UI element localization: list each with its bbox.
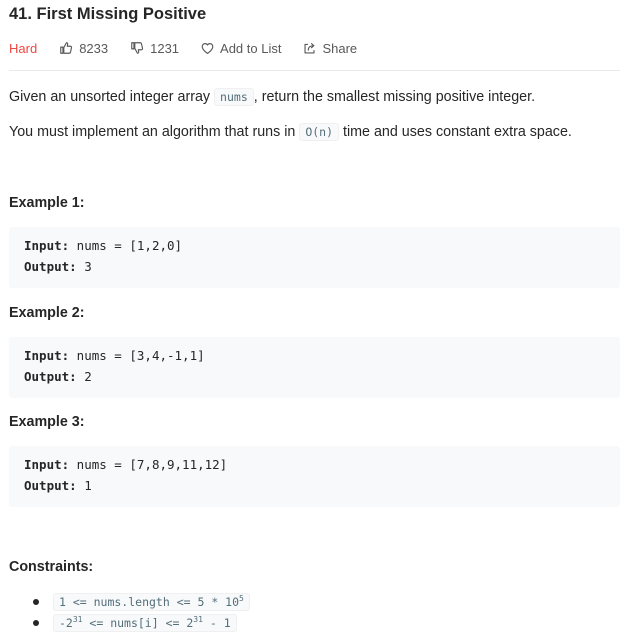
constraint-text: 1 <= nums.length <= 5 * 10 xyxy=(59,595,240,609)
constraints-heading: Constraints: xyxy=(9,559,94,575)
output-value: 3 xyxy=(76,259,92,274)
input-value: nums = [1,2,0] xyxy=(69,238,183,253)
like-count: 8233 xyxy=(79,40,109,56)
output-label: Output: xyxy=(24,478,77,493)
example-1-heading: Example 1: xyxy=(9,195,85,211)
description-paragraph-2: You must implement an algorithm that run… xyxy=(9,123,572,141)
dislike-count: 1231 xyxy=(150,40,180,56)
like-button[interactable]: 8233 xyxy=(59,41,108,56)
example-output-line: Output: 2 xyxy=(24,369,92,384)
input-value: nums = [3,4,-1,1] xyxy=(69,348,205,363)
list-bullet xyxy=(33,599,39,605)
example-1-block: Input: nums = [1,2,0] Output: 3 xyxy=(9,227,620,288)
share-button[interactable]: Share xyxy=(303,41,357,56)
dislike-button[interactable]: 1231 xyxy=(130,41,179,56)
superscript: 31 xyxy=(193,615,203,625)
heart-icon xyxy=(201,42,214,54)
output-label: Output: xyxy=(24,369,77,384)
constraint-code: 1 <= nums.length <= 5 * 105 xyxy=(53,593,250,611)
example-2-block: Input: nums = [3,4,-1,1] Output: 2 xyxy=(9,337,620,398)
share-label: Share xyxy=(322,40,358,56)
example-output-line: Output: 1 xyxy=(24,478,92,493)
inline-code-complexity: O(n) xyxy=(299,123,340,141)
output-value: 1 xyxy=(76,478,92,493)
constraint-text: <= nums[i] <= 2 xyxy=(82,616,194,630)
input-label: Input: xyxy=(24,348,70,363)
constraint-code: -231 <= nums[i] <= 231 - 1 xyxy=(53,614,237,632)
thumbs-up-icon xyxy=(60,42,73,54)
example-input-line: Input: nums = [1,2,0] xyxy=(24,238,182,253)
description-text: Given an unsorted integer array xyxy=(9,89,215,105)
share-icon xyxy=(304,42,316,54)
example-2-heading: Example 2: xyxy=(9,305,85,321)
input-label: Input: xyxy=(24,457,70,472)
constraint-item-2: -231 <= nums[i] <= 231 - 1 xyxy=(53,614,237,632)
add-to-list-label: Add to List xyxy=(220,40,282,56)
superscript: 31 xyxy=(72,615,83,625)
inline-code-nums: nums xyxy=(214,88,254,106)
example-input-line: Input: nums = [7,8,9,11,12] xyxy=(24,457,227,472)
example-3-heading: Example 3: xyxy=(9,414,85,430)
list-bullet xyxy=(33,620,39,626)
thumbs-down-icon xyxy=(131,42,144,54)
constraint-item-1: 1 <= nums.length <= 5 * 105 xyxy=(53,593,250,611)
example-3-block: Input: nums = [7,8,9,11,12] Output: 1 xyxy=(9,446,620,507)
problem-meta-bar: Hard 8233 1231 Add to List Share xyxy=(9,39,379,57)
constraint-text: - 1 xyxy=(202,616,231,630)
divider xyxy=(9,70,620,71)
example-output-line: Output: 3 xyxy=(24,259,92,274)
description-paragraph-1: Given an unsorted integer array nums, re… xyxy=(9,88,536,106)
superscript: 5 xyxy=(239,594,244,604)
example-input-line: Input: nums = [3,4,-1,1] xyxy=(24,348,205,363)
problem-title: 41. First Missing Positive xyxy=(9,5,207,23)
description-text: time and uses constant extra space. xyxy=(339,124,572,140)
difficulty-badge: Hard xyxy=(9,40,38,56)
output-label: Output: xyxy=(24,259,77,274)
input-value: nums = [7,8,9,11,12] xyxy=(69,457,228,472)
output-value: 2 xyxy=(76,369,92,384)
input-label: Input: xyxy=(24,238,70,253)
description-text: , return the smallest missing positive i… xyxy=(253,89,536,105)
description-text: You must implement an algorithm that run… xyxy=(9,124,300,140)
add-to-list-button[interactable]: Add to List xyxy=(201,41,281,56)
constraint-text: -2 xyxy=(59,616,73,630)
